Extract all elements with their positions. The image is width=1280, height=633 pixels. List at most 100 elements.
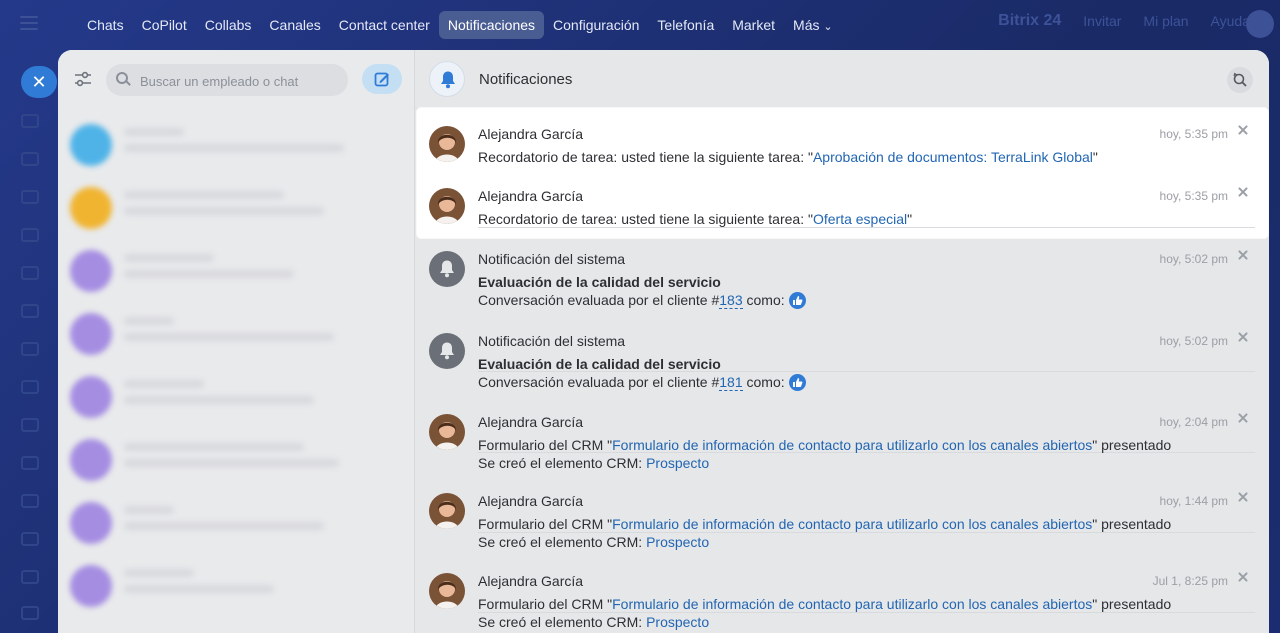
crm-form-link[interactable]: Formulario de información de contacto pa… (612, 596, 1092, 612)
list-item[interactable] (62, 490, 410, 553)
search-box[interactable] (106, 64, 348, 96)
close-icon[interactable] (1235, 185, 1251, 201)
messenger-dialog: Notificaciones Alejandra García hoy, 5:3… (58, 50, 1269, 633)
nav-item-canales[interactable]: Canales (260, 11, 329, 39)
avatar[interactable] (429, 414, 465, 450)
help-link[interactable]: Ayuda (1211, 13, 1250, 29)
close-icon[interactable] (1235, 411, 1251, 427)
crm-form-link[interactable]: Formulario de información de contacto pa… (612, 516, 1092, 532)
list-item[interactable] (62, 175, 410, 238)
nav-item-copilot[interactable]: CoPilot (133, 11, 196, 39)
notification-author[interactable]: Alejandra García (478, 493, 583, 509)
text-suffix: como: (742, 374, 785, 390)
brand-logo: Bitrix 24 (998, 12, 1062, 29)
notification-time: hoy, 1:44 pm (1159, 494, 1228, 508)
close-messenger-button[interactable]: ✕ (21, 66, 57, 98)
left-rail (0, 50, 58, 633)
rail-icon-settings[interactable] (21, 570, 39, 584)
notification-author[interactable]: Alejandra García (478, 414, 583, 430)
crm-lead-link[interactable]: Prospecto (646, 534, 709, 550)
nav-item-collabs[interactable]: Collabs (196, 11, 261, 39)
close-icon[interactable] (1235, 330, 1251, 346)
notification-item: Notificación del sistema hoy, 5:02 pm Ev… (415, 315, 1269, 397)
list-item[interactable] (62, 301, 410, 364)
rail-icon-bot[interactable] (21, 532, 39, 546)
rail-icon-contacts[interactable] (21, 418, 39, 432)
text-prefix: Formulario del CRM " (478, 596, 613, 612)
thumbs-up-icon (788, 292, 806, 309)
notification-author[interactable]: Alejandra García (478, 573, 583, 589)
rail-icon-inbox[interactable] (21, 380, 39, 394)
notification-author[interactable]: Alejandra García (478, 188, 583, 204)
close-icon[interactable] (1235, 123, 1251, 139)
rail-icon-docs[interactable] (21, 152, 39, 166)
notification-item: Alejandra García Jul 1, 8:25 pm Formular… (415, 555, 1269, 633)
nav-item-market[interactable]: Market (723, 11, 784, 39)
notification-item: Alejandra García hoy, 2:04 pm Formulario… (415, 396, 1269, 476)
menu-icon[interactable] (20, 16, 38, 30)
avatar[interactable] (429, 573, 465, 609)
rail-icon-mail[interactable] (21, 304, 39, 318)
nav-item-telefonia[interactable]: Telefonía (648, 11, 723, 39)
close-icon[interactable] (1235, 490, 1251, 506)
notification-time: hoy, 5:35 pm (1159, 127, 1228, 141)
rail-icon-tasks[interactable] (21, 190, 39, 204)
notification-author[interactable]: Alejandra García (478, 126, 583, 142)
rail-icon-sites[interactable] (21, 456, 39, 470)
list-item[interactable] (62, 553, 410, 616)
crm-form-link[interactable]: Formulario de información de contacto pa… (612, 437, 1092, 453)
task-link[interactable]: Aprobación de documentos: TerraLink Glob… (813, 149, 1093, 165)
nav-item-mas-label: Más (793, 17, 820, 33)
notifications-bell-avatar (429, 61, 465, 97)
crm-lead-link[interactable]: Prospecto (646, 455, 709, 471)
notification-time: hoy, 2:04 pm (1159, 415, 1228, 429)
rail-icon-extra[interactable] (21, 606, 39, 620)
list-item[interactable] (62, 427, 410, 490)
rail-icon-filter[interactable] (21, 494, 39, 508)
bell-icon (441, 71, 455, 89)
thumbs-up-icon (788, 374, 806, 391)
avatar[interactable] (429, 493, 465, 529)
list-item[interactable] (62, 112, 410, 175)
notification-time: hoy, 5:02 pm (1159, 252, 1228, 266)
filter-settings-icon[interactable] (74, 70, 92, 88)
notification-text: Evaluación de la calidad del servicio Co… (478, 273, 806, 309)
notification-author: Notificación del sistema (478, 251, 626, 267)
text-suffix: " (1092, 149, 1098, 165)
notification-text: Recordatorio de tarea: usted tiene la si… (478, 148, 1098, 166)
notification-time: hoy, 5:35 pm (1159, 189, 1228, 203)
rail-icon-calendar[interactable] (21, 228, 39, 242)
rail-icon-chats[interactable] (21, 114, 39, 128)
notifications-header: Notificaciones (415, 50, 1269, 109)
list-item[interactable] (62, 238, 410, 301)
conversation-link[interactable]: 183 (719, 292, 743, 309)
plan-link[interactable]: Mi plan (1143, 13, 1188, 29)
nav-item-contact-center[interactable]: Contact center (330, 11, 439, 39)
text-suffix: " presentado (1092, 437, 1172, 453)
user-avatar[interactable] (1246, 10, 1274, 38)
system-avatar (429, 333, 465, 369)
nav-item-mas[interactable]: Más ⌄ (784, 11, 842, 39)
crm-lead-link[interactable]: Prospecto (646, 614, 709, 630)
close-icon[interactable] (1235, 570, 1251, 586)
rail-icon-drive[interactable] (21, 266, 39, 280)
line2-prefix: Se creó el elemento CRM: (478, 455, 647, 471)
chat-sidebar (58, 50, 415, 633)
rail-icon-crm[interactable] (21, 342, 39, 356)
nav-item-notificaciones[interactable]: Notificaciones (438, 11, 545, 39)
close-icon[interactable] (1235, 248, 1251, 264)
avatar[interactable] (429, 126, 465, 162)
avatar[interactable] (429, 188, 465, 224)
notification-item: Alejandra García hoy, 1:44 pm Formulario… (415, 475, 1269, 555)
task-link[interactable]: Oferta especial (813, 211, 907, 227)
notification-time: hoy, 5:02 pm (1159, 334, 1228, 348)
invite-link[interactable]: Invitar (1083, 13, 1121, 29)
search-input[interactable] (138, 70, 342, 92)
conversation-link[interactable]: 181 (719, 374, 743, 391)
new-chat-button[interactable] (362, 64, 402, 94)
nav-item-chats[interactable]: Chats (78, 11, 133, 39)
search-history-icon (1233, 72, 1247, 87)
list-item[interactable] (62, 364, 410, 427)
notifications-search-button[interactable] (1227, 67, 1253, 93)
nav-item-configuracion[interactable]: Configuración (544, 11, 648, 39)
